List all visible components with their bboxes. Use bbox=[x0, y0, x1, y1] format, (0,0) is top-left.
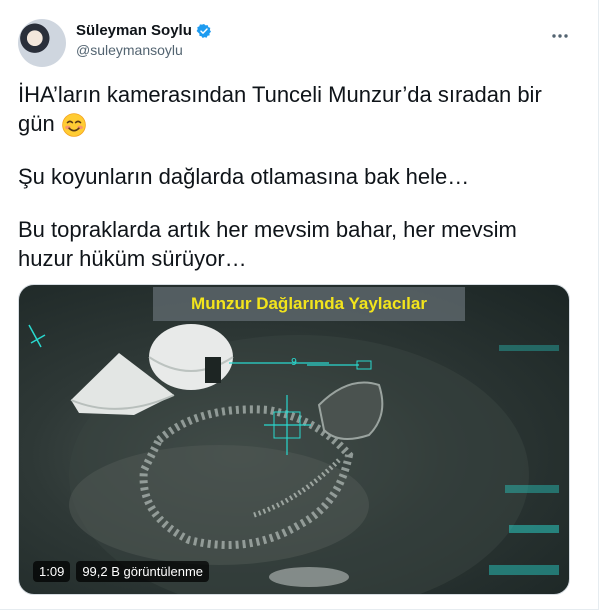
name-row: Süleyman Soylu bbox=[76, 22, 212, 39]
handle[interactable]: @suleymansoylu bbox=[76, 42, 212, 58]
tweet-paragraph: İHA’ların kamerasından Tunceli Munzur’da… bbox=[18, 80, 558, 138]
smiling-face-icon bbox=[62, 113, 86, 137]
video-duration: 1:09 bbox=[33, 561, 71, 582]
verified-badge-icon bbox=[196, 23, 211, 38]
tweet-paragraph: Şu koyunların dağlarda otlamasına bak he… bbox=[18, 164, 470, 190]
video-title-overlay: Munzur Dağlarında Yaylacılar bbox=[153, 287, 465, 321]
tweet-text: İHA’ların kamerasından Tunceli Munzur’da… bbox=[18, 80, 558, 297]
more-options-icon[interactable] bbox=[548, 24, 572, 48]
video-player[interactable]: 9 Munzur Dağlarında Yaylacılar 1:09 99,2… bbox=[18, 284, 570, 595]
display-name[interactable]: Süleyman Soylu bbox=[76, 22, 192, 39]
author-block: Süleyman Soylu @suleymansoylu bbox=[76, 22, 212, 58]
video-title-text: Munzur Dağlarında Yaylacılar bbox=[191, 294, 427, 313]
view-count: 99,2 B görüntülenme bbox=[76, 561, 210, 582]
hud-number: 9 bbox=[291, 357, 298, 368]
tweet-paragraph-text: İHA’ların kamerasından Tunceli Munzur’da… bbox=[18, 82, 542, 136]
video-meta-bar: 1:09 99,2 B görüntülenme bbox=[33, 561, 210, 582]
avatar[interactable] bbox=[18, 19, 66, 67]
video-frame bbox=[28, 324, 559, 594]
tweet-paragraph: Bu topraklarda artık her mevsim bahar, h… bbox=[18, 217, 517, 272]
